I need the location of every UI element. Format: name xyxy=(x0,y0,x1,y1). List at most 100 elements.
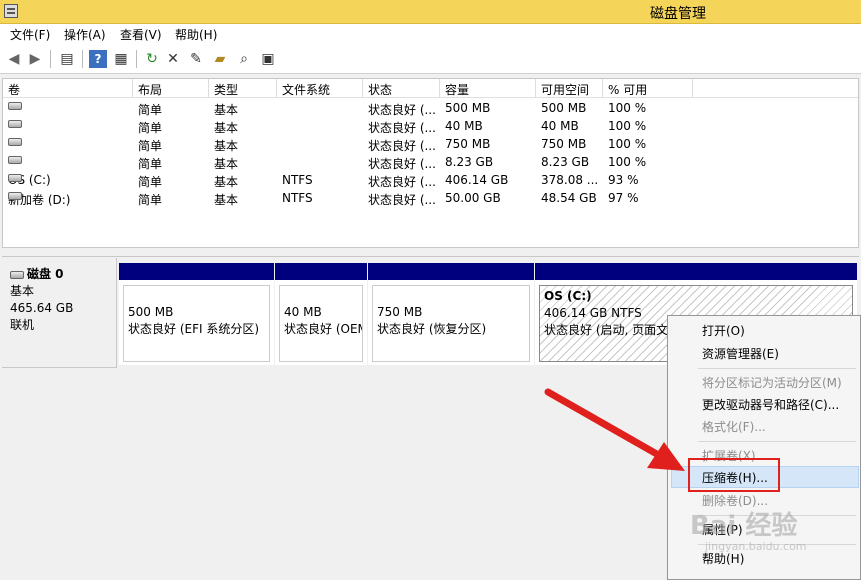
volume-row[interactable]: 简单 基本 状态良好 (... 500 MB 500 MB 100 % xyxy=(3,100,858,118)
partition-size: 500 MB xyxy=(128,305,174,319)
partition-size: 40 MB xyxy=(284,305,322,319)
col-filesystem[interactable]: 文件系统 xyxy=(277,79,363,98)
volume-cell: 100 % xyxy=(608,155,647,169)
export-icon[interactable]: ▣ xyxy=(259,50,277,68)
refresh-icon[interactable]: ↻ xyxy=(143,50,161,68)
volume-cell: NTFS xyxy=(282,173,313,187)
volume-cell: 8.23 GB xyxy=(445,155,494,169)
app-icon xyxy=(4,4,18,18)
watermark-url: jingyan.baidu.com xyxy=(705,540,807,553)
menu-format: 格式化(F)... xyxy=(702,420,766,434)
settings-icon[interactable]: ✎ xyxy=(187,50,205,68)
col-percent-free[interactable]: % 可用 xyxy=(603,79,693,98)
partition-header-bar xyxy=(535,263,857,280)
volume-cell: NTFS xyxy=(282,191,313,205)
volume-cell: 基本 xyxy=(214,157,239,171)
menu-change-drive-letter[interactable]: 更改驱动器号和路径(C)... xyxy=(702,394,839,414)
volume-cell: 基本 xyxy=(214,121,239,135)
volume-cell: 简单 xyxy=(138,157,163,171)
menu-view[interactable]: 查看(V) xyxy=(120,26,162,43)
menu-help[interactable]: 帮助(H) xyxy=(175,26,217,43)
partition-name: OS (C:) xyxy=(544,289,592,303)
volume-cell: 97 % xyxy=(608,191,639,205)
forward-icon[interactable]: ▶ xyxy=(26,50,44,68)
volume-cell: 500 MB xyxy=(445,101,491,115)
menu-open[interactable]: 打开(O) xyxy=(702,320,745,340)
disk-label[interactable]: 磁盘 0 基本 465.64 GB 联机 xyxy=(2,258,117,368)
volume-cell: 406.14 GB xyxy=(445,173,509,187)
volume-cell: 状态良好 (... xyxy=(368,139,436,153)
volume-cell: 状态良好 (... xyxy=(368,193,436,207)
toolbar: ◀ ▶ ▤ ? ▦ ↻ ✕ ✎ ▰ ⌕ ▣ xyxy=(0,44,861,74)
partition-body: 40 MB 状态良好 (OEM xyxy=(279,285,363,362)
volume-cell: 基本 xyxy=(214,193,239,207)
partition-efi[interactable]: 500 MB 状态良好 (EFI 系统分区) xyxy=(119,263,274,365)
col-free-space[interactable]: 可用空间 xyxy=(536,79,603,98)
volume-cell: 状态良好 (... xyxy=(368,157,436,171)
window-title: 磁盘管理 xyxy=(650,6,706,22)
disk-size: 465.64 GB xyxy=(10,301,74,315)
volume-cell: 750 MB xyxy=(541,137,587,151)
partition-header-bar xyxy=(119,263,274,280)
volume-cell: 新加卷 (D:) xyxy=(8,191,70,208)
toolbar-separator xyxy=(82,50,83,68)
volume-cell: 8.23 GB xyxy=(541,155,590,169)
volume-icon xyxy=(8,174,22,182)
menu-action[interactable]: 操作(A) xyxy=(64,26,106,43)
partition-header-bar xyxy=(368,263,534,280)
volume-cell: 状态良好 (... xyxy=(368,103,436,117)
partition-size: 750 MB xyxy=(377,305,423,319)
partition-status: 状态良好 (EFI 系统分区) xyxy=(128,322,260,336)
volume-icon xyxy=(8,156,22,164)
volume-cell: 93 % xyxy=(608,173,639,187)
partition-body: 750 MB 状态良好 (恢复分区) xyxy=(372,285,530,362)
disk-type: 基本 xyxy=(10,284,35,298)
col-status[interactable]: 状态 xyxy=(363,79,440,98)
volume-icon xyxy=(8,138,22,146)
menu-separator xyxy=(698,441,856,442)
volume-cell: OS (C:) xyxy=(8,173,51,187)
delete-icon[interactable]: ✕ xyxy=(164,50,182,68)
volume-cell: 100 % xyxy=(608,101,647,115)
volume-cell: 简单 xyxy=(138,175,163,189)
disk-status: 联机 xyxy=(10,318,35,332)
partition-recovery[interactable]: 750 MB 状态良好 (恢复分区) xyxy=(368,263,534,365)
volume-row[interactable]: OS (C:) 简单 基本 NTFS 状态良好 (... 406.14 GB 378.08 … xyxy=(3,172,858,190)
volume-cell: 状态良好 (... xyxy=(368,175,436,189)
volume-row[interactable]: 简单 基本 状态良好 (... 40 MB 40 MB 100 % xyxy=(3,118,858,136)
partition-oem[interactable]: 40 MB 状态良好 (OEM xyxy=(275,263,367,365)
col-type[interactable]: 类型 xyxy=(209,79,277,98)
volume-icon xyxy=(8,192,22,200)
volume-cell: 500 MB xyxy=(541,101,587,115)
partition-status: 状态良好 (OEM xyxy=(284,322,363,336)
volume-list-header: 卷 布局 类型 文件系统 状态 容量 可用空间 % 可用 xyxy=(3,79,858,98)
volume-cell: 100 % xyxy=(608,137,647,151)
open-icon[interactable]: ▰ xyxy=(211,50,229,68)
volume-cell: 简单 xyxy=(138,103,163,117)
volume-cell: 基本 xyxy=(214,175,239,189)
col-capacity[interactable]: 容量 xyxy=(440,79,536,98)
volume-row[interactable]: 新加卷 (D:) 简单 基本 NTFS 状态良好 (... 50.00 GB 48.54 G… xyxy=(3,190,858,208)
back-icon[interactable]: ◀ xyxy=(5,50,23,68)
watermark-logo: Bai 经验 xyxy=(690,511,798,541)
menu-mark-active: 将分区标记为活动分区(M) xyxy=(702,376,842,390)
volume-icon xyxy=(8,120,22,128)
volume-cell: 简单 xyxy=(138,139,163,153)
console-tree-icon[interactable]: ▤ xyxy=(58,50,76,68)
volume-cell: 状态良好 (... xyxy=(368,121,436,135)
volume-icon xyxy=(8,102,22,110)
menu-file[interactable]: 文件(F) xyxy=(10,26,50,43)
volume-cell: 简单 xyxy=(138,121,163,135)
partition-status: 状态良好 (恢复分区) xyxy=(377,322,487,336)
menu-explorer[interactable]: 资源管理器(E) xyxy=(702,343,779,363)
volume-row[interactable]: 简单 基本 状态良好 (... 750 MB 750 MB 100 % xyxy=(3,136,858,154)
menu-separator xyxy=(698,368,856,369)
col-layout[interactable]: 布局 xyxy=(133,79,209,98)
help-icon[interactable]: ? xyxy=(89,50,107,68)
col-volume[interactable]: 卷 xyxy=(3,79,133,98)
disk-name: 磁盘 0 xyxy=(27,267,64,281)
volume-cell: 基本 xyxy=(214,139,239,153)
properties-icon[interactable]: ▦ xyxy=(112,50,130,68)
search-icon[interactable]: ⌕ xyxy=(235,50,253,68)
volume-row[interactable]: 简单 基本 状态良好 (... 8.23 GB 8.23 GB 100 % xyxy=(3,154,858,172)
